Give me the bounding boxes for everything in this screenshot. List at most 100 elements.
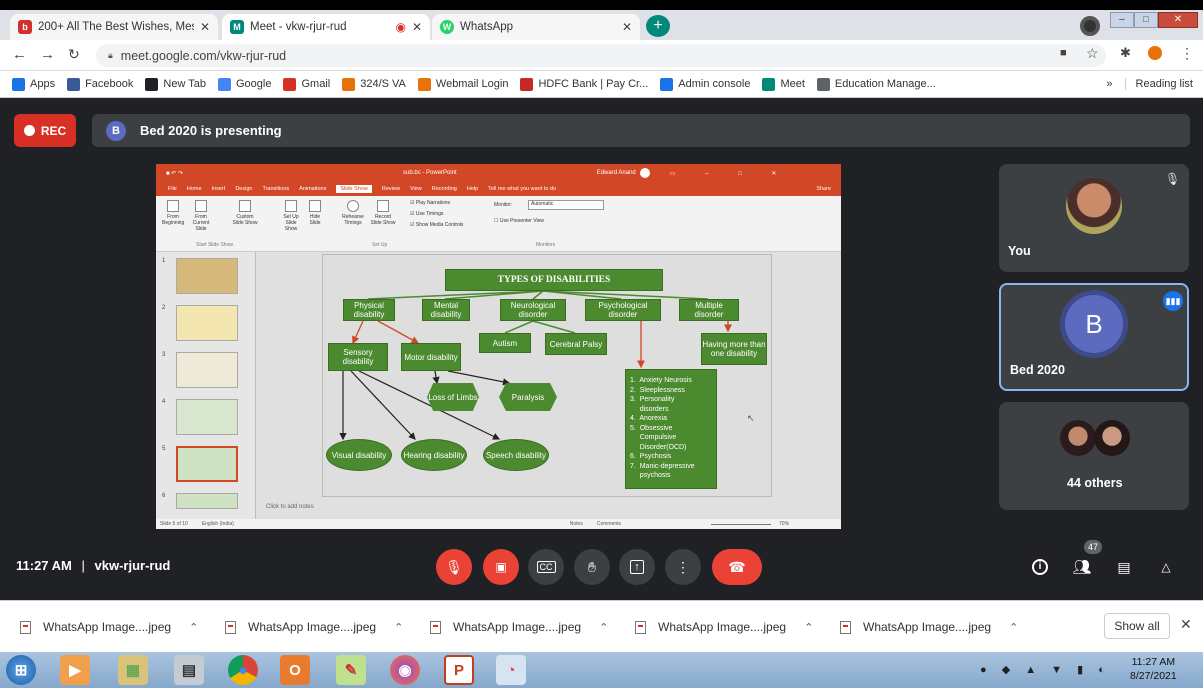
firefox-icon[interactable]: ◉ (390, 655, 420, 685)
bookmark-item[interactable]: Webmail Login (417, 77, 508, 91)
calculator-icon[interactable]: ▤ (174, 655, 204, 685)
tab-whatsapp[interactable]: W WhatsApp ✕ (432, 14, 640, 40)
tab-wishes[interactable]: b 200+ All The Best Wishes, Messa ✕ (10, 14, 218, 40)
from-beginning-button[interactable]: From Beginning (162, 200, 184, 226)
more-bookmarks-icon[interactable]: » (1106, 78, 1112, 90)
slide-thumbnail[interactable] (176, 399, 238, 435)
bookmark-star-icon[interactable]: ☆ (1086, 45, 1099, 62)
chevron-up-icon[interactable]: ⌃ (189, 621, 198, 634)
show-media-checkbox[interactable]: ☑ Show Media Controls (410, 222, 463, 228)
show-all-button[interactable]: Show all (1104, 613, 1170, 639)
close-tab-icon[interactable]: ✕ (200, 20, 210, 34)
bookmark-item[interactable]: Gmail (283, 77, 330, 91)
menu-dots-icon[interactable]: ⋮ (1180, 45, 1194, 62)
slide-thumbnail[interactable] (176, 352, 238, 388)
chevron-up-icon[interactable]: ⌃ (1009, 621, 1018, 634)
download-item[interactable]: WhatsApp Image....jpeg ⌃ (430, 618, 608, 636)
bookmark-item[interactable]: Apps (12, 77, 55, 91)
chat-button[interactable]: ▤ (1106, 549, 1142, 585)
leave-call-button[interactable]: ☎︎ (712, 549, 762, 585)
monitor-select[interactable]: Automatic (528, 200, 604, 210)
back-icon[interactable]: ← (12, 46, 27, 63)
bookmark-item[interactable]: HDFC Bank | Pay Cr... (520, 77, 648, 91)
ppt-menu-item[interactable]: Design (235, 186, 252, 192)
chevron-up-icon[interactable]: ⌃ (804, 621, 813, 634)
minimize-button[interactable]: – (1110, 12, 1134, 28)
ppt-menu-item[interactable]: View (410, 186, 422, 192)
bookmark-item[interactable]: Admin console (660, 77, 750, 91)
more-options-button[interactable]: ⋮ (665, 549, 701, 585)
bookmark-item[interactable]: Meet (762, 77, 805, 91)
captions-button[interactable]: CC (528, 549, 564, 585)
chevron-up-icon[interactable]: ⌃ (394, 621, 403, 634)
ppt-menu-item[interactable]: Recording (432, 186, 457, 192)
notes-placeholder[interactable]: Click to add notes (266, 504, 314, 510)
bookmark-item[interactable]: Education Manage... (816, 77, 936, 91)
camera-toggle-button[interactable]: ▣ (483, 549, 519, 585)
people-button[interactable]: 👥︎ (1064, 549, 1100, 585)
ppt-menu-item[interactable]: Review (382, 186, 400, 192)
forward-icon[interactable]: → (40, 46, 55, 63)
ppt-share-button[interactable]: Share (816, 186, 831, 192)
media-player-icon[interactable]: ▶ (60, 655, 90, 685)
ppt-menu-item[interactable]: Tell me what you want to do (488, 186, 556, 192)
bookmark-item[interactable]: 324/S VA (342, 77, 406, 91)
chrome-active-icon[interactable]: ◔ (496, 655, 526, 685)
office-icon[interactable]: O (280, 655, 310, 685)
slide-thumbnail[interactable] (176, 493, 238, 509)
record-button[interactable]: Record Slide Show (370, 200, 396, 226)
download-item[interactable]: WhatsApp Image....jpeg ⌃ (20, 618, 198, 636)
info-button[interactable]: i (1022, 549, 1058, 585)
presenter-view-checkbox[interactable]: ☐ Use Presenter View (494, 218, 544, 224)
chrome-icon[interactable]: ● (228, 655, 258, 685)
powerpoint-taskbar-icon[interactable]: P (444, 655, 474, 685)
bookmark-item[interactable]: New Tab (145, 77, 206, 91)
system-tray-icons[interactable]: ● ◆ ▲ ▼ ▮ ◐ (980, 663, 1111, 676)
close-tab-icon[interactable]: ✕ (622, 20, 632, 34)
download-item[interactable]: WhatsApp Image....jpeg ⌃ (225, 618, 403, 636)
download-item[interactable]: WhatsApp Image....jpeg ⌃ (635, 618, 813, 636)
paint-icon[interactable]: ✎ (336, 655, 366, 685)
custom-show-button[interactable]: Custom Slide Show (232, 200, 258, 226)
ppt-menu-item[interactable]: Insert (212, 186, 226, 192)
close-downloads-icon[interactable]: ✕ (1180, 616, 1192, 633)
use-timings-checkbox[interactable]: ☑ Use Timings (410, 211, 443, 217)
mic-toggle-button[interactable]: 🎙︎ (436, 549, 472, 585)
raise-hand-button[interactable]: ✋︎ (574, 549, 610, 585)
close-tab-icon[interactable]: ✕ (412, 20, 422, 34)
start-button[interactable]: ⊞ (6, 655, 36, 685)
ppt-menu-item[interactable]: Transitions (262, 186, 289, 192)
chevron-up-icon[interactable]: ⌃ (599, 621, 608, 634)
tile-bed-2020[interactable]: B ▮▮▮ Bed 2020 (999, 283, 1189, 391)
explorer-icon[interactable]: ▦ (118, 655, 148, 685)
rehearse-button[interactable]: Rehearse Timings (340, 200, 366, 226)
bookmark-item[interactable]: Google (218, 77, 271, 91)
notes-button[interactable]: Notes (570, 521, 583, 527)
zoom-slider[interactable] (711, 523, 772, 525)
slide-thumbnail[interactable] (176, 305, 238, 341)
reading-list-button[interactable]: Reading list (1124, 78, 1193, 90)
ppt-menu-item[interactable]: Home (187, 186, 202, 192)
clock[interactable]: 11:27 AM 8/27/2021 (1130, 655, 1177, 683)
ppt-menu-item[interactable]: Slide Show (336, 185, 372, 193)
ppt-menu-item[interactable]: Animations (299, 186, 326, 192)
tile-others[interactable]: 44 others (999, 402, 1189, 510)
ppt-menu-item[interactable]: File (168, 186, 177, 192)
reload-icon[interactable]: ↻ (68, 46, 80, 63)
profile-icon[interactable] (1080, 16, 1100, 36)
from-current-button[interactable]: From Current Slide (190, 200, 212, 232)
setup-show-button[interactable]: Set Up Slide Show (280, 200, 302, 232)
hide-slide-button[interactable]: Hide Slide (306, 200, 324, 226)
ppt-menu-item[interactable]: Help (467, 186, 478, 192)
download-item[interactable]: WhatsApp Image....jpeg ⌃ (840, 618, 1018, 636)
new-tab-button[interactable]: + (646, 15, 670, 37)
comments-button[interactable]: Comments (597, 521, 621, 527)
close-window-button[interactable]: ✕ (1158, 12, 1198, 28)
slide-thumbnail[interactable] (176, 446, 238, 482)
bookmark-item[interactable]: Facebook (67, 77, 133, 91)
url-field[interactable]: 🔒︎ meet.google.com/vkw-rjur-rud (96, 44, 1106, 67)
extension-puzzle-icon[interactable] (1148, 46, 1162, 60)
present-button[interactable]: ↑ (619, 549, 655, 585)
camera-indicator-icon[interactable]: ■ (1060, 47, 1067, 59)
tile-you[interactable]: 🎙︎ You (999, 164, 1189, 272)
